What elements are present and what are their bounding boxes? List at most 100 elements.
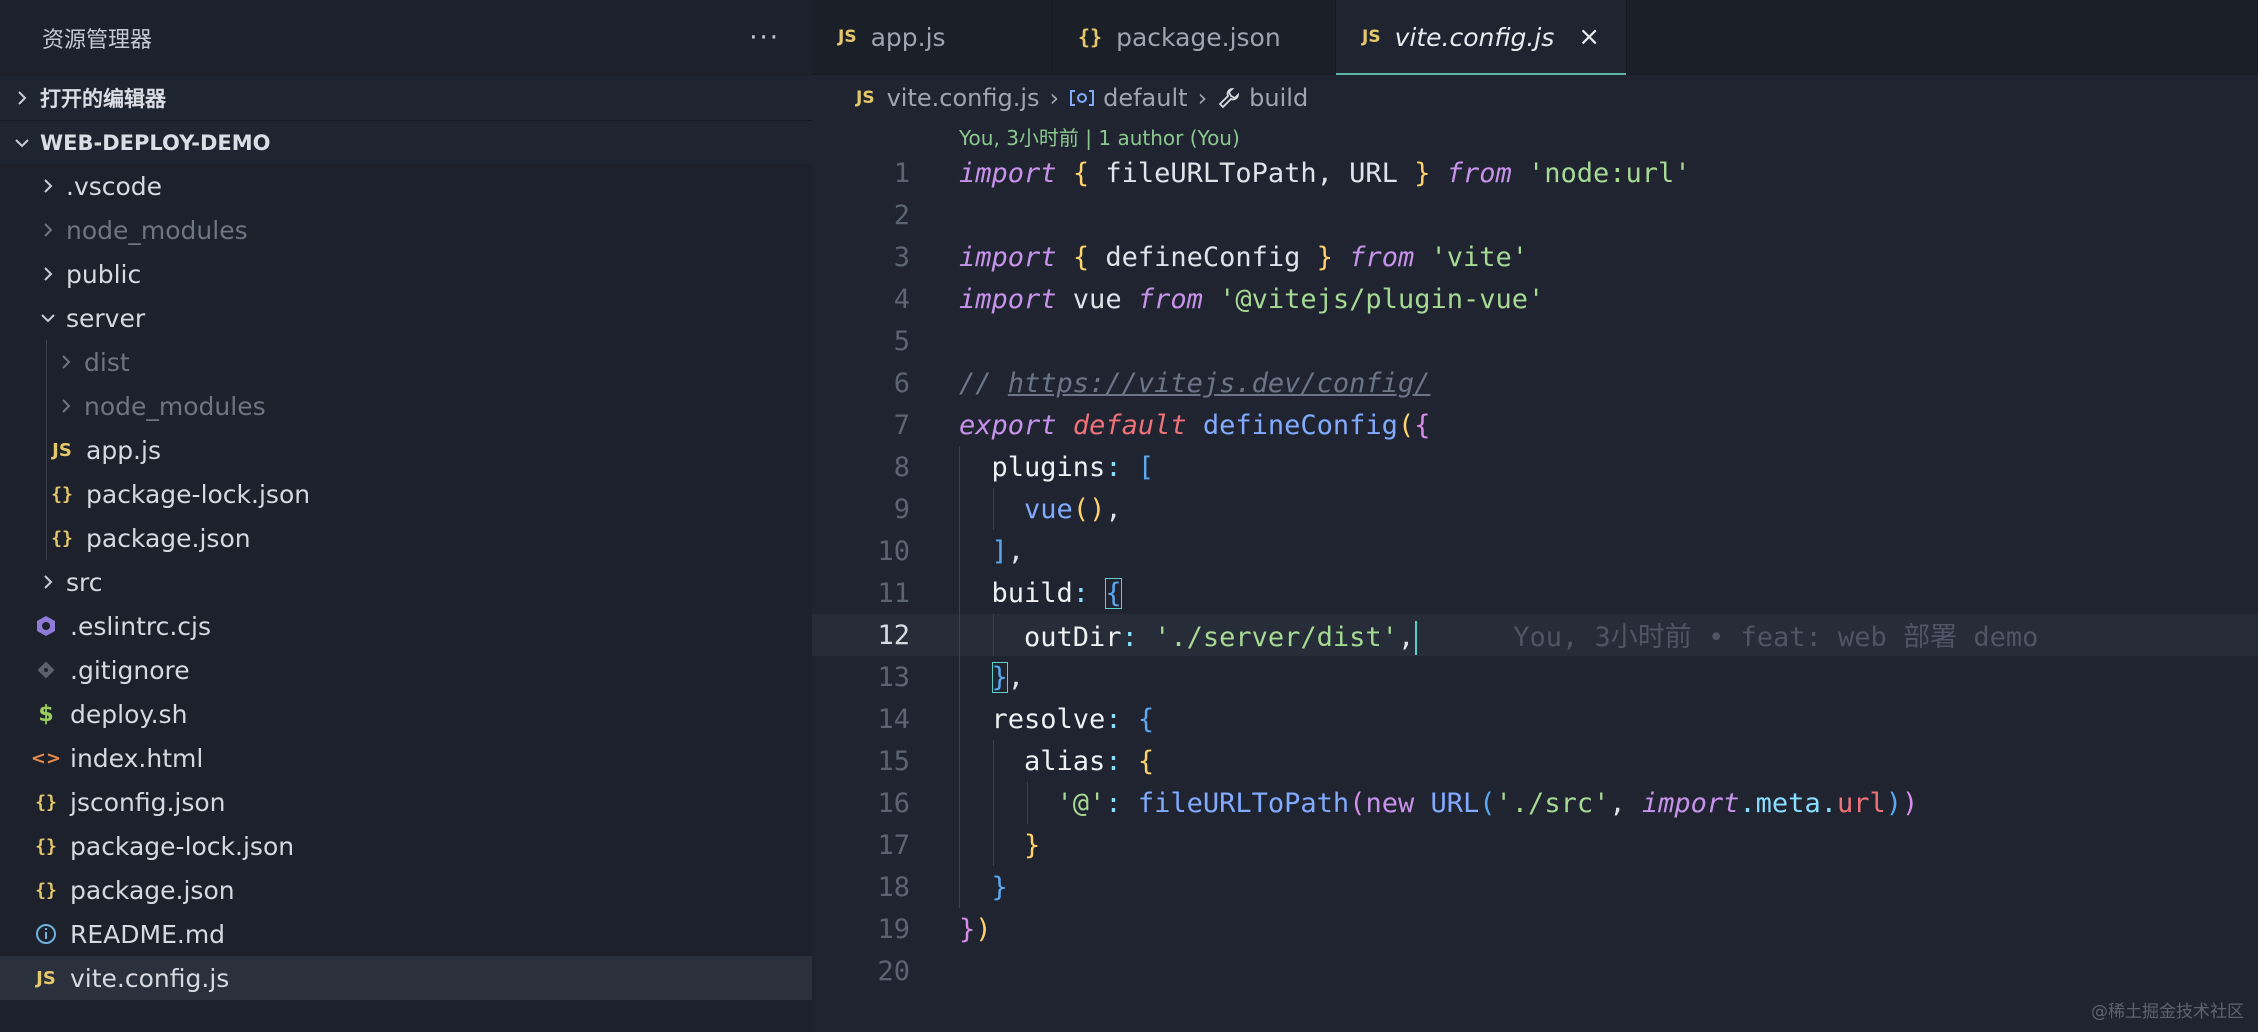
tree-label: app.js bbox=[86, 435, 161, 465]
tab-label: package.json bbox=[1116, 22, 1281, 52]
tree-file-package-json[interactable]: {} package.json bbox=[0, 868, 812, 912]
tab-vite-config-js[interactable]: JS vite.config.js × bbox=[1336, 0, 1628, 75]
tree-folder-public[interactable]: public bbox=[0, 252, 812, 296]
tree-label: public bbox=[66, 259, 142, 289]
tree-file-package-lock[interactable]: {} package-lock.json bbox=[0, 824, 812, 868]
line-number: 20 bbox=[877, 955, 910, 987]
line-number: 19 bbox=[877, 913, 910, 945]
line-number: 14 bbox=[877, 703, 910, 735]
code-line-13[interactable]: 13 }, bbox=[812, 656, 2258, 698]
tree-file-eslintrc[interactable]: .eslintrc.cjs bbox=[0, 604, 812, 648]
code-line-10[interactable]: 10 ], bbox=[812, 530, 2258, 572]
tree-folder-src[interactable]: src bbox=[0, 560, 812, 604]
info-icon bbox=[32, 922, 60, 946]
code-line-17[interactable]: 17 } bbox=[812, 824, 2258, 866]
line-number: 4 bbox=[893, 283, 910, 315]
breadcrumb-symbol-build[interactable]: build bbox=[1249, 84, 1308, 112]
shell-file-icon: $ bbox=[38, 701, 54, 727]
code-line-6[interactable]: 6 // https://vitejs.dev/config/ bbox=[812, 362, 2258, 404]
code-line-4[interactable]: 4 import vue from '@vitejs/plugin-vue' bbox=[812, 278, 2258, 320]
code-line-12[interactable]: 12 outDir: './server/dist', You, 3小时前 • f… bbox=[812, 614, 2258, 656]
tree-label: .gitignore bbox=[70, 655, 190, 685]
tree-label: .vscode bbox=[66, 171, 163, 201]
javascript-file-icon: JS bbox=[856, 88, 875, 108]
code-line-2[interactable]: 2 bbox=[812, 194, 2258, 236]
code-line-18[interactable]: 18 } bbox=[812, 866, 2258, 908]
code-line-14[interactable]: 14 resolve: { bbox=[812, 698, 2258, 740]
close-icon[interactable]: × bbox=[1578, 24, 1600, 50]
javascript-file-icon: JS bbox=[838, 27, 857, 47]
more-actions-icon[interactable]: ··· bbox=[749, 25, 780, 51]
code-text: vue(), bbox=[1024, 493, 1122, 525]
code-line-9[interactable]: 9 vue(), bbox=[812, 488, 2258, 530]
json-file-icon: {} bbox=[51, 527, 73, 549]
code-text: export default defineConfig({ bbox=[959, 409, 1431, 441]
tree-file-server-package-lock[interactable]: {} package-lock.json bbox=[0, 472, 812, 516]
code-text: build: { bbox=[991, 577, 1122, 609]
code-text: } bbox=[1024, 829, 1041, 861]
chevron-right-icon bbox=[40, 222, 56, 238]
code-line-3[interactable]: 3 import { defineConfig } from 'vite' bbox=[812, 236, 2258, 278]
code-text: ], bbox=[991, 535, 1025, 567]
tree-file-gitignore[interactable]: .gitignore bbox=[0, 648, 812, 692]
tab-package-json[interactable]: {} package.json bbox=[1052, 0, 1336, 74]
project-name: WEB-DEPLOY-DEMO bbox=[40, 130, 271, 155]
tree-label: index.html bbox=[70, 743, 204, 773]
breadcrumb-separator: › bbox=[1197, 84, 1208, 112]
code-line-15[interactable]: 15 alias: { bbox=[812, 740, 2258, 782]
line-number: 9 bbox=[893, 493, 910, 525]
breadcrumb: JS vite.config.js › default › build bbox=[812, 75, 2258, 121]
code-line-20[interactable]: 20 bbox=[812, 950, 2258, 992]
tree-file-index-html[interactable]: <> index.html bbox=[0, 736, 812, 780]
tree-folder-vscode[interactable]: .vscode bbox=[0, 164, 812, 208]
tree-file-readme[interactable]: README.md bbox=[0, 912, 812, 956]
tree-folder-node-modules[interactable]: node_modules bbox=[0, 208, 812, 252]
javascript-file-icon: JS bbox=[52, 439, 72, 461]
code-line-11[interactable]: 11 build: { bbox=[812, 572, 2258, 614]
line-number: 3 bbox=[893, 241, 910, 273]
open-editors-label: 打开的编辑器 bbox=[40, 87, 166, 111]
tree-file-vite-config[interactable]: JS vite.config.js bbox=[0, 956, 812, 1000]
line-number: 8 bbox=[893, 451, 910, 483]
code-line-8[interactable]: 8 plugins: [ bbox=[812, 446, 2258, 488]
line-number: 17 bbox=[877, 829, 910, 861]
tree-file-jsconfig[interactable]: {} jsconfig.json bbox=[0, 780, 812, 824]
git-blame-annotation[interactable]: You, 3小时前 | 1 author (You) bbox=[959, 122, 1240, 151]
chevron-down-icon bbox=[14, 135, 30, 151]
tree-indent-guide bbox=[46, 384, 47, 428]
inline-blame[interactable]: You, 3小时前 • feat: web 部署 demo bbox=[1513, 622, 2038, 653]
project-section[interactable]: WEB-DEPLOY-DEMO bbox=[0, 120, 812, 164]
breadcrumb-symbol-default[interactable]: default bbox=[1103, 84, 1187, 112]
code-line-7[interactable]: 7 export default defineConfig({ bbox=[812, 404, 2258, 446]
javascript-file-icon: JS bbox=[36, 967, 56, 989]
tree-file-app-js[interactable]: JS app.js bbox=[0, 428, 812, 472]
breadcrumb-file[interactable]: vite.config.js bbox=[887, 84, 1040, 112]
code-editor[interactable]: You, 3小时前 | 1 author (You) 1 import { fi… bbox=[812, 120, 2258, 1032]
tab-label: vite.config.js bbox=[1394, 22, 1555, 52]
tab-label: app.js bbox=[870, 22, 946, 52]
code-line-1[interactable]: 1 import { fileURLToPath, URL } from 'no… bbox=[812, 152, 2258, 194]
json-file-icon: {} bbox=[35, 879, 57, 901]
code-line-5[interactable]: 5 bbox=[812, 320, 2258, 362]
tree-file-server-package-json[interactable]: {} package.json bbox=[0, 516, 812, 560]
tree-label: .eslintrc.cjs bbox=[70, 611, 212, 641]
chevron-right-icon bbox=[40, 178, 56, 194]
tree-folder-server-node-modules[interactable]: node_modules bbox=[0, 384, 812, 428]
code-line-16[interactable]: 16 '@': fileURLToPath(new URL('./src', i… bbox=[812, 782, 2258, 824]
editor-tabs: JS app.js {} package.json JS vite.config… bbox=[812, 0, 2258, 75]
json-file-icon: {} bbox=[1078, 25, 1103, 49]
tree-label: package.json bbox=[70, 875, 235, 905]
tab-app-js[interactable]: JS app.js bbox=[812, 0, 1052, 74]
tree-file-deploy-sh[interactable]: $ deploy.sh bbox=[0, 692, 812, 736]
chevron-right-icon bbox=[40, 266, 56, 282]
code-text: '@': fileURLToPath(new URL('./src', impo… bbox=[1056, 787, 1919, 819]
line-number: 16 bbox=[877, 787, 910, 819]
tree-folder-server[interactable]: server bbox=[0, 296, 812, 340]
code-line-19[interactable]: 19 }) bbox=[812, 908, 2258, 950]
symbol-module-icon bbox=[1069, 88, 1095, 108]
tree-folder-dist[interactable]: dist bbox=[0, 340, 812, 384]
code-text: plugins: [ bbox=[991, 451, 1155, 483]
file-tree: .vscode node_modules public server dist … bbox=[0, 164, 812, 1000]
line-number: 13 bbox=[877, 661, 910, 693]
open-editors-section[interactable]: 打开的编辑器 bbox=[0, 76, 812, 120]
